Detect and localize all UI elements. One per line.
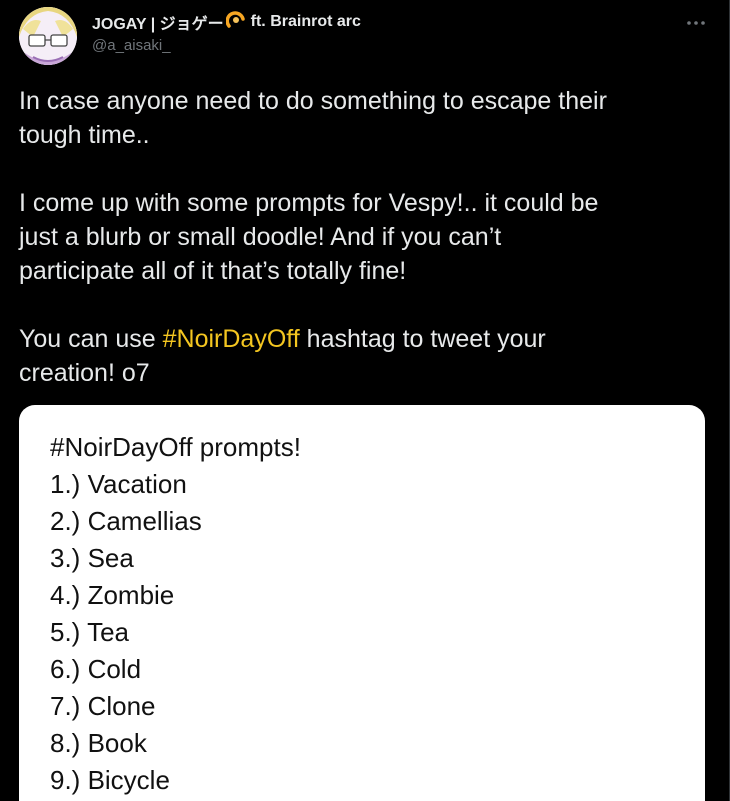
prompt-item: 5.) Tea [50, 617, 130, 647]
tweet-text-segment: You can use [19, 325, 163, 353]
more-options-button[interactable] [685, 12, 707, 34]
avatar-image [19, 7, 77, 65]
more-horizontal-icon [687, 21, 705, 25]
prompt-item: 1.) Vacation [50, 469, 187, 499]
emoji-icon [225, 10, 246, 35]
tweet-line: creation! o7 [19, 359, 150, 387]
author-info: JOGAY | ジョゲー ft. Brainrot arc @a_aisaki_ [92, 10, 669, 57]
tweet: JOGAY | ジョゲー ft. Brainrot arc @a_aisaki_… [0, 0, 730, 801]
prompt-item: 9.) Bicycle [50, 765, 170, 795]
hashtag-link[interactable]: #NoirDayOff [163, 325, 300, 353]
tweet-text: In case anyone need to do something to e… [19, 84, 699, 390]
display-name-text: JOGAY | ジョゲー [92, 16, 224, 33]
handle[interactable]: @a_aisaki_ [92, 37, 669, 57]
avatar[interactable] [19, 7, 77, 65]
attached-image[interactable]: #NoirDayOff prompts! 1.) Vacation 2.) Ca… [19, 405, 705, 801]
tweet-text-segment: hashtag to tweet your [299, 325, 546, 353]
prompt-item: 2.) Camellias [50, 506, 202, 536]
tweet-line: You can use #NoirDayOff hashtag to tweet… [19, 322, 699, 356]
prompt-item: 3.) Sea [50, 543, 134, 573]
tweet-line: In case anyone need to do something to e… [19, 87, 607, 115]
prompt-item: 6.) Cold [50, 654, 142, 684]
prompt-item: 8.) Book [50, 728, 147, 758]
prompt-item: 7.) Clone [50, 691, 156, 721]
display-name-suffix: ft. Brainrot arc [250, 13, 361, 30]
image-title: #NoirDayOff prompts! [50, 432, 301, 462]
tweet-line: tough time.. [19, 121, 150, 149]
tweet-line: just a blurb or small doodle! And if you… [19, 223, 502, 251]
tweet-line: participate all of it that’s totally fin… [19, 257, 407, 285]
display-name[interactable]: JOGAY | ジョゲー ft. Brainrot arc [92, 10, 669, 35]
prompt-item: 4.) Zombie [50, 580, 175, 610]
tweet-line: I come up with some prompts for Vespy!..… [19, 189, 599, 217]
